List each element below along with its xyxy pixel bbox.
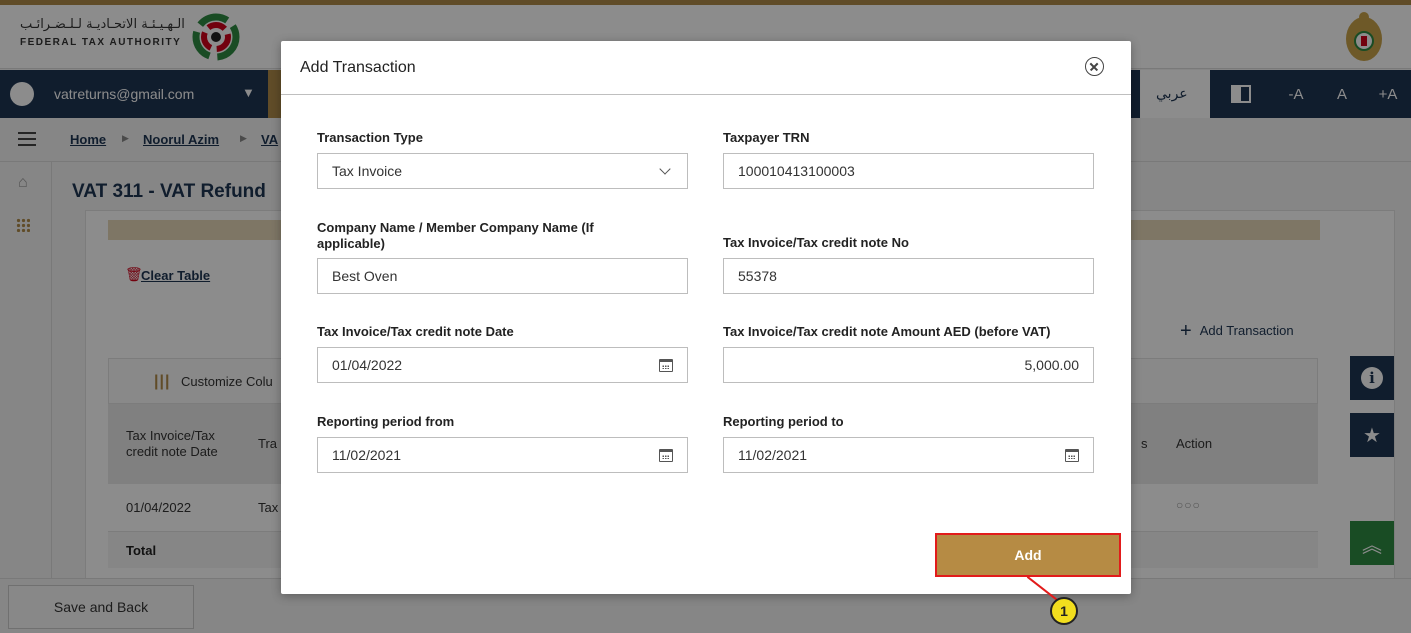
modal-title: Add Transaction	[300, 59, 416, 76]
period-to-label: Reporting period to	[723, 414, 844, 429]
period-from-label: Reporting period from	[317, 414, 455, 429]
calendar-icon[interactable]	[659, 358, 673, 372]
modal-header: Add Transaction	[281, 41, 1131, 95]
invoice-amount-label: Tax Invoice/Tax credit note Amount AED (…	[723, 324, 1051, 339]
period-to-field[interactable]: 11/02/2021	[723, 437, 1094, 473]
period-from-field[interactable]: 11/02/2021	[317, 437, 688, 473]
calendar-icon[interactable]	[1065, 448, 1079, 462]
transaction-type-select[interactable]: Tax Invoice	[317, 153, 688, 189]
invoice-date-field[interactable]: 01/04/2022	[317, 347, 688, 383]
close-icon[interactable]	[1085, 57, 1104, 76]
taxpayer-trn-value: 100010413100003	[738, 163, 855, 179]
company-name-label: Company Name / Member Company Name (If a…	[317, 220, 594, 251]
taxpayer-trn-label: Taxpayer TRN	[723, 130, 810, 145]
invoice-no-field[interactable]: 55378	[723, 258, 1094, 294]
period-from-value: 11/02/2021	[332, 447, 402, 463]
invoice-amount-value: 5,000.00	[1024, 357, 1080, 373]
invoice-date-label: Tax Invoice/Tax credit note Date	[317, 324, 514, 339]
period-to-value: 11/02/2021	[738, 447, 808, 463]
invoice-no-value: 55378	[738, 268, 777, 284]
add-button[interactable]: Add	[935, 533, 1121, 577]
chevron-down-icon	[659, 163, 671, 175]
company-name-value: Best Oven	[332, 268, 398, 284]
transaction-type-value: Tax Invoice	[332, 163, 403, 179]
invoice-amount-field[interactable]: 5,000.00	[723, 347, 1094, 383]
add-transaction-modal: Add Transaction Transaction Type Tax Inv…	[281, 41, 1131, 594]
invoice-date-value: 01/04/2022	[332, 357, 403, 373]
step-callout-badge: 1	[1050, 597, 1078, 625]
transaction-type-label: Transaction Type	[317, 130, 423, 145]
company-name-field[interactable]: Best Oven	[317, 258, 688, 294]
calendar-icon[interactable]	[659, 448, 673, 462]
taxpayer-trn-field[interactable]: 100010413100003	[723, 153, 1094, 189]
invoice-no-label: Tax Invoice/Tax credit note No	[723, 235, 909, 250]
